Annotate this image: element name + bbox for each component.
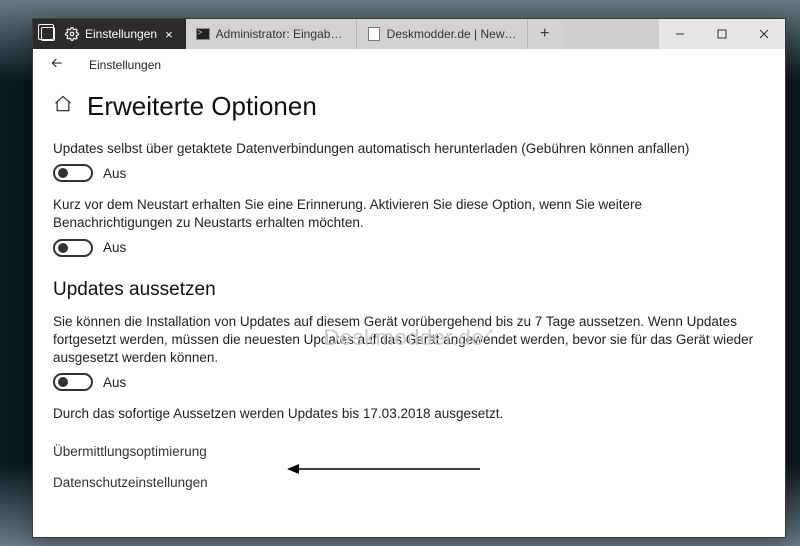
tab-label: Einstellungen [85,27,157,41]
toggle-pause[interactable] [53,373,93,391]
tabset-icon [41,27,55,41]
home-icon[interactable] [53,94,73,119]
tab-browser[interactable]: Deskmodder.de | News, Tip [357,19,528,49]
setting-text: Updates selbst über getaktete Datenverbi… [53,140,765,158]
toggle-restart-notify[interactable] [53,239,93,257]
pause-note: Durch das sofortige Aussetzen werden Upd… [53,405,765,423]
tab-label: Deskmodder.de | News, Tip [387,27,517,41]
section-title-pause: Updates aussetzen [53,279,765,301]
toggle-label: Aus [103,166,126,181]
page-title: Erweiterte Optionen [87,91,317,122]
setting-text: Sie können die Installation von Updates … [53,313,765,368]
link-delivery-optimization[interactable]: Übermittlungsoptimierung [53,436,765,467]
page-title-row: Erweiterte Optionen [53,91,765,122]
new-tab-button[interactable]: + [528,19,562,49]
tab-label: Administrator: Eingabeauffo [216,27,346,41]
cmd-icon [196,27,210,41]
tab-settings[interactable]: Einstellungen × [33,19,186,49]
maximize-button[interactable] [701,19,743,49]
page-icon [367,27,381,41]
setting-pause: Sie können die Installation von Updates … [53,313,765,392]
setting-restart-notify: Kurz vor dem Neustart erhalten Sie eine … [53,196,765,256]
close-icon[interactable]: × [163,28,175,41]
settings-window: Einstellungen × Administrator: Eingabeau… [32,18,786,538]
content-area: Erweiterte Optionen Updates selbst über … [33,81,785,537]
close-button[interactable] [743,19,785,49]
link-privacy[interactable]: Datenschutzeinstellungen [53,467,765,498]
setting-metered: Updates selbst über getaktete Datenverbi… [53,140,765,182]
window-controls [659,19,785,49]
minimize-button[interactable] [659,19,701,49]
back-button[interactable] [45,53,69,78]
toggle-metered[interactable] [53,164,93,182]
gear-icon [65,27,79,41]
breadcrumb-label: Einstellungen [89,58,161,72]
setting-text: Kurz vor dem Neustart erhalten Sie eine … [53,196,765,232]
toggle-label: Aus [103,375,126,390]
toggle-label: Aus [103,240,126,255]
tab-bar: Einstellungen × Administrator: Eingabeau… [33,19,785,49]
tab-cmd[interactable]: Administrator: Eingabeauffo [186,19,357,49]
breadcrumb: Einstellungen [33,49,785,81]
